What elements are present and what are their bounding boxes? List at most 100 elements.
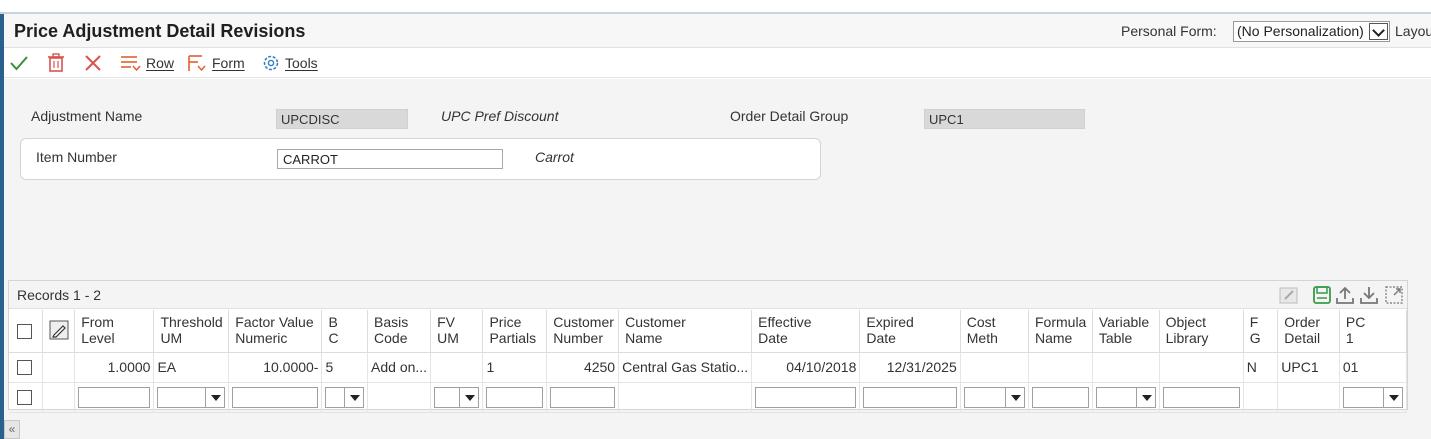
table-row[interactable]: 1.0000 EA 10.0000- 5 Add on... 1 4250 Ce…: [9, 352, 1408, 383]
cell-cost-meth[interactable]: [960, 352, 1030, 383]
new-customer-number-input[interactable]: [550, 386, 616, 408]
trash-icon: [48, 53, 64, 72]
new-basis-code-cell: [367, 382, 432, 413]
cell-bc[interactable]: 5: [321, 352, 369, 383]
cell-fg[interactable]: N: [1243, 352, 1279, 383]
new-object-library-input[interactable]: [1162, 386, 1240, 408]
col-threshold-um[interactable]: Threshold UM: [153, 310, 230, 353]
personal-form-select[interactable]: (No Personalization): [1233, 21, 1390, 42]
order-detail-group-label: Order Detail Group: [730, 108, 849, 124]
col-cost-meth[interactable]: Cost Meth: [960, 310, 1030, 353]
new-row-checkbox[interactable]: [17, 390, 32, 406]
collapse-panel-button[interactable]: «: [4, 420, 20, 439]
col-expired-date[interactable]: Expired Date: [859, 310, 961, 353]
row-menu-button[interactable]: Row: [120, 51, 174, 75]
cell-pc1[interactable]: 01: [1339, 352, 1408, 383]
col-object-library[interactable]: Object Library: [1159, 310, 1244, 353]
item-description: Carrot: [535, 149, 574, 165]
title-bar: Price Adjustment Detail Revisions Person…: [4, 14, 1431, 48]
new-price-partials-cell: [482, 382, 548, 413]
new-fv-um-select[interactable]: [434, 386, 480, 408]
cell-expired-date[interactable]: 12/31/2025: [859, 352, 961, 383]
layout-label[interactable]: Layou: [1395, 23, 1431, 39]
cell-customer-name[interactable]: Central Gas Statio...: [618, 352, 753, 383]
form-menu-button[interactable]: Form: [186, 51, 245, 75]
col-basis-code[interactable]: Basis Code: [367, 310, 432, 353]
new-bc-select[interactable]: [325, 386, 365, 408]
col-price-partials[interactable]: Price Partials: [482, 310, 548, 353]
chevron-down-icon[interactable]: [1383, 386, 1403, 408]
col-bc[interactable]: BC: [321, 310, 369, 353]
chevron-down-icon[interactable]: [459, 386, 480, 408]
new-effective-date-input[interactable]: [755, 386, 857, 408]
download-icon[interactable]: [1359, 285, 1379, 305]
col-fv-um[interactable]: FV UM: [430, 310, 484, 353]
cell-object-library[interactable]: [1159, 352, 1244, 383]
save-icon[interactable]: [1312, 285, 1332, 305]
cell-fv-um[interactable]: [430, 352, 484, 383]
new-from-level-input[interactable]: [78, 386, 151, 408]
personal-form-label: Personal Form:: [1121, 23, 1217, 39]
new-customer-name-cell: [618, 382, 753, 413]
new-price-partials-input[interactable]: [486, 386, 544, 408]
col-from-level[interactable]: From Level: [74, 310, 155, 353]
chevron-down-icon[interactable]: [205, 386, 226, 408]
new-formula-name-input[interactable]: [1032, 386, 1089, 408]
item-number-input[interactable]: CARROT: [277, 149, 503, 169]
new-pc1-cell: [1339, 382, 1408, 413]
row-select-cell: [9, 352, 44, 383]
cell-price-partials[interactable]: 1: [482, 352, 548, 383]
order-detail-group-field: UPC1: [924, 109, 1085, 129]
col-customer-number[interactable]: Customer Number: [546, 310, 620, 353]
tools-menu-button[interactable]: Tools: [261, 51, 318, 75]
records-count: Records 1 - 2: [17, 287, 102, 303]
upload-icon[interactable]: [1335, 285, 1355, 305]
chevron-down-icon[interactable]: [344, 386, 365, 408]
cell-variable-table[interactable]: [1092, 352, 1160, 383]
pencil-icon[interactable]: [49, 320, 69, 340]
delete-button[interactable]: [47, 51, 65, 75]
cell-formula-name[interactable]: [1028, 352, 1093, 383]
table-row-new[interactable]: [9, 382, 1408, 413]
ok-button[interactable]: [9, 51, 29, 75]
col-effective-date[interactable]: Effective Date: [751, 310, 861, 353]
cell-threshold-um[interactable]: EA: [153, 352, 230, 383]
adjustment-name-field: UPCDISC: [276, 109, 408, 129]
cell-factor-value[interactable]: 10.0000-: [228, 352, 323, 383]
new-row-edit-cell: [42, 382, 76, 413]
close-icon: [85, 55, 101, 71]
adjustment-description: UPC Pref Discount: [441, 108, 559, 124]
chevron-down-icon[interactable]: [1135, 386, 1156, 408]
new-factor-value-input[interactable]: [232, 386, 319, 408]
col-fg[interactable]: FG: [1243, 310, 1279, 353]
row-menu-icon: [121, 56, 141, 72]
new-threshold-um-select[interactable]: [157, 386, 226, 408]
new-bc-cell: [321, 382, 369, 413]
new-row-select-cell: [9, 382, 44, 413]
cell-order-detail[interactable]: UPC1: [1277, 352, 1340, 383]
chevron-down-icon[interactable]: [1005, 386, 1025, 408]
new-variable-table-select[interactable]: [1095, 386, 1156, 408]
new-factor-value-cell: [228, 382, 323, 413]
form-menu-label: Form: [212, 55, 245, 71]
select-all-cell: [9, 310, 44, 353]
chevron-down-icon[interactable]: [1369, 23, 1388, 40]
row-checkbox[interactable]: [17, 360, 32, 376]
select-all-checkbox[interactable]: [17, 323, 32, 339]
new-expired-date-input[interactable]: [863, 386, 957, 408]
col-formula-name[interactable]: Formula Name: [1028, 310, 1093, 353]
maximize-grid-icon[interactable]: [1384, 285, 1404, 305]
new-cost-meth-select[interactable]: [963, 386, 1025, 408]
cell-customer-number[interactable]: 4250: [546, 352, 620, 383]
col-order-detail[interactable]: Order Detail: [1277, 310, 1340, 353]
cancel-button[interactable]: [83, 51, 103, 75]
new-fv-um-cell: [430, 382, 484, 413]
cell-from-level[interactable]: 1.0000: [74, 352, 155, 383]
col-variable-table[interactable]: Variable Table: [1092, 310, 1160, 353]
col-factor-value[interactable]: Factor Value Numeric: [228, 310, 323, 353]
col-customer-name[interactable]: Customer Name: [618, 310, 753, 353]
col-pc1[interactable]: PC 1: [1339, 310, 1408, 353]
cell-basis-code[interactable]: Add on...: [367, 352, 432, 383]
new-pc1-select[interactable]: [1342, 386, 1403, 408]
cell-effective-date[interactable]: 04/10/2018: [751, 352, 861, 383]
